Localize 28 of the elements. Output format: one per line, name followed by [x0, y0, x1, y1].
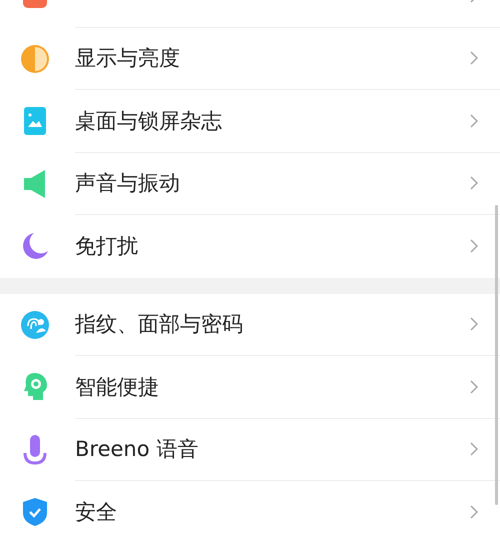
image-icon: [22, 106, 46, 136]
settings-item[interactable]: 桌面与锁屏杂志: [0, 90, 500, 152]
chevron-icon: [470, 317, 478, 332]
item-label: Breeno 语音: [75, 436, 198, 464]
speaker-icon: [22, 168, 46, 199]
item-label: 显示与亮度: [75, 45, 180, 72]
settings-item[interactable]: 显示与亮度: [0, 28, 500, 90]
item-label: 指纹、面部与密码: [75, 311, 243, 338]
item-label: 安全: [75, 499, 117, 526]
item-label: 桌面与锁屏杂志: [75, 108, 222, 135]
chevron-icon: [470, 176, 478, 190]
item-label: 智能便捷: [75, 374, 159, 401]
chevron-icon: [470, 380, 478, 394]
chevron-icon: [470, 51, 478, 66]
item-label: 免打扰: [75, 233, 138, 260]
fingerprint-icon: [20, 310, 50, 340]
chevron-icon: [470, 114, 478, 128]
chevron-icon: [470, 442, 478, 456]
microphone-icon: [22, 434, 48, 466]
settings-item[interactable]: 声音与振动: [0, 152, 500, 215]
item-label: 声音与振动: [75, 170, 180, 198]
settings-item[interactable]: 安全: [0, 481, 500, 533]
half-circle-icon: [20, 44, 50, 74]
chevron-icon: [470, 505, 478, 520]
scrollbar[interactable]: [495, 205, 498, 505]
settings-item[interactable]: 免打扰: [0, 215, 500, 278]
chevron-icon: [470, 239, 478, 254]
shield-icon: [22, 497, 48, 528]
